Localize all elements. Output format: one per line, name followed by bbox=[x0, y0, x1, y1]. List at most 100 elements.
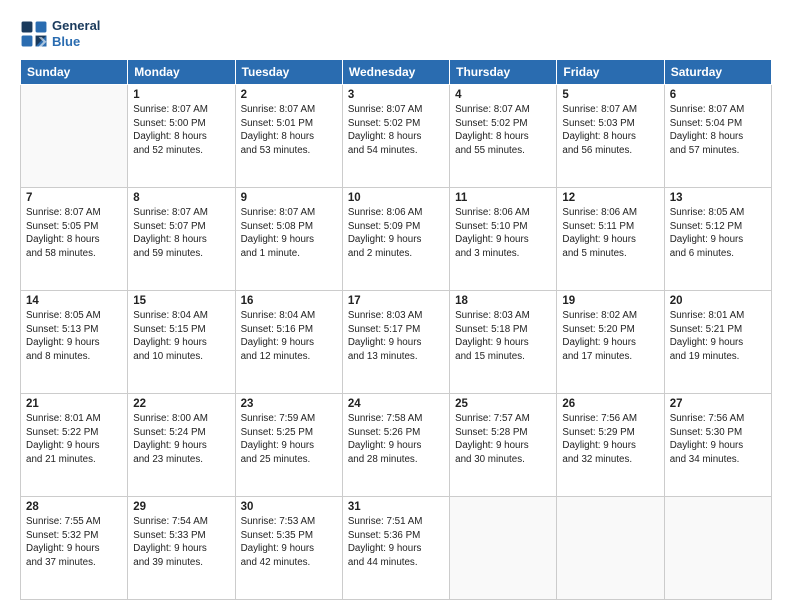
day-header-monday: Monday bbox=[128, 60, 235, 85]
calendar-cell: 21 Sunrise: 8:01 AM Sunset: 5:22 PM Dayli… bbox=[21, 394, 128, 497]
calendar-cell: 11 Sunrise: 8:06 AM Sunset: 5:10 PM Dayli… bbox=[450, 188, 557, 291]
days-header-row: SundayMondayTuesdayWednesdayThursdayFrid… bbox=[21, 60, 772, 85]
day-header-friday: Friday bbox=[557, 60, 664, 85]
calendar-cell: 9 Sunrise: 8:07 AM Sunset: 5:08 PM Daylig… bbox=[235, 188, 342, 291]
calendar-cell: 4Sunrise: 8:07 AM Sunset: 5:02 PM Daylig… bbox=[450, 85, 557, 188]
calendar-cell: 10 Sunrise: 8:06 AM Sunset: 5:09 PM Dayli… bbox=[342, 188, 449, 291]
day-number: 18 bbox=[455, 295, 551, 307]
calendar-cell: 8Sunrise: 8:07 AM Sunset: 5:07 PM Daylig… bbox=[128, 188, 235, 291]
day-number: 12 bbox=[562, 192, 658, 204]
calendar-cell: 25Sunrise: 7:57 AM Sunset: 5:28 PM Dayli… bbox=[450, 394, 557, 497]
calendar-cell: 24 Sunrise: 7:58 AM Sunset: 5:26 PM Dayli… bbox=[342, 394, 449, 497]
calendar-cell: 12 Sunrise: 8:06 AM Sunset: 5:11 PM Dayli… bbox=[557, 188, 664, 291]
calendar-cell: 14 Sunrise: 8:05 AM Sunset: 5:13 PM Dayli… bbox=[21, 291, 128, 394]
day-number: 3 bbox=[348, 89, 444, 101]
calendar-table: SundayMondayTuesdayWednesdayThursdayFrid… bbox=[20, 59, 772, 600]
calendar-cell: 1 Sunrise: 8:07 AM Sunset: 5:00 PM Daylig… bbox=[128, 85, 235, 188]
calendar-cell: 22Sunrise: 8:00 AM Sunset: 5:24 PM Dayli… bbox=[128, 394, 235, 497]
calendar-cell: 2Sunrise: 8:07 AM Sunset: 5:01 PM Daylig… bbox=[235, 85, 342, 188]
week-row-5: 28Sunrise: 7:55 AM Sunset: 5:32 PM Dayli… bbox=[21, 497, 772, 600]
day-info: Sunrise: 7:59 AM Sunset: 5:25 PM Dayligh… bbox=[241, 412, 337, 466]
day-number: 15 bbox=[133, 295, 229, 307]
day-header-wednesday: Wednesday bbox=[342, 60, 449, 85]
day-header-tuesday: Tuesday bbox=[235, 60, 342, 85]
day-info: Sunrise: 8:01 AM Sunset: 5:21 PM Dayligh… bbox=[670, 309, 766, 363]
day-info: Sunrise: 8:05 AM Sunset: 5:13 PM Dayligh… bbox=[26, 309, 122, 363]
day-info: Sunrise: 8:06 AM Sunset: 5:10 PM Dayligh… bbox=[455, 206, 551, 260]
week-row-4: 21 Sunrise: 8:01 AM Sunset: 5:22 PM Dayli… bbox=[21, 394, 772, 497]
day-number: 11 bbox=[455, 192, 551, 204]
day-number: 30 bbox=[241, 501, 337, 513]
day-number: 26 bbox=[562, 398, 658, 410]
day-number: 27 bbox=[670, 398, 766, 410]
day-info: Sunrise: 8:02 AM Sunset: 5:20 PM Dayligh… bbox=[562, 309, 658, 363]
day-number: 21 bbox=[26, 398, 122, 410]
day-info: Sunrise: 8:07 AM Sunset: 5:08 PM Dayligh… bbox=[241, 206, 337, 260]
day-number: 20 bbox=[670, 295, 766, 307]
day-header-sunday: Sunday bbox=[21, 60, 128, 85]
day-number: 17 bbox=[348, 295, 444, 307]
day-number: 19 bbox=[562, 295, 658, 307]
day-info: Sunrise: 8:07 AM Sunset: 5:07 PM Dayligh… bbox=[133, 206, 229, 260]
day-info: Sunrise: 8:06 AM Sunset: 5:09 PM Dayligh… bbox=[348, 206, 444, 260]
day-info: Sunrise: 7:56 AM Sunset: 5:29 PM Dayligh… bbox=[562, 412, 658, 466]
calendar-cell: 3 Sunrise: 8:07 AM Sunset: 5:02 PM Daylig… bbox=[342, 85, 449, 188]
day-info: Sunrise: 8:04 AM Sunset: 5:16 PM Dayligh… bbox=[241, 309, 337, 363]
calendar-cell: 23Sunrise: 7:59 AM Sunset: 5:25 PM Dayli… bbox=[235, 394, 342, 497]
day-number: 24 bbox=[348, 398, 444, 410]
day-info: Sunrise: 8:07 AM Sunset: 5:05 PM Dayligh… bbox=[26, 206, 122, 260]
day-info: Sunrise: 7:51 AM Sunset: 5:36 PM Dayligh… bbox=[348, 515, 444, 569]
calendar-cell: 17 Sunrise: 8:03 AM Sunset: 5:17 PM Dayli… bbox=[342, 291, 449, 394]
day-info: Sunrise: 8:07 AM Sunset: 5:00 PM Dayligh… bbox=[133, 103, 229, 157]
week-row-2: 7 Sunrise: 8:07 AM Sunset: 5:05 PM Daylig… bbox=[21, 188, 772, 291]
calendar-cell: 26 Sunrise: 7:56 AM Sunset: 5:29 PM Dayli… bbox=[557, 394, 664, 497]
day-number: 28 bbox=[26, 501, 122, 513]
logo-general: General bbox=[52, 18, 100, 34]
calendar-cell: 30 Sunrise: 7:53 AM Sunset: 5:35 PM Dayli… bbox=[235, 497, 342, 600]
logo: General Blue bbox=[20, 18, 100, 49]
day-info: Sunrise: 7:53 AM Sunset: 5:35 PM Dayligh… bbox=[241, 515, 337, 569]
day-number: 10 bbox=[348, 192, 444, 204]
day-info: Sunrise: 7:58 AM Sunset: 5:26 PM Dayligh… bbox=[348, 412, 444, 466]
day-info: Sunrise: 8:03 AM Sunset: 5:17 PM Dayligh… bbox=[348, 309, 444, 363]
day-number: 22 bbox=[133, 398, 229, 410]
calendar-cell: 15 Sunrise: 8:04 AM Sunset: 5:15 PM Dayli… bbox=[128, 291, 235, 394]
calendar-cell: 5Sunrise: 8:07 AM Sunset: 5:03 PM Daylig… bbox=[557, 85, 664, 188]
day-info: Sunrise: 7:57 AM Sunset: 5:28 PM Dayligh… bbox=[455, 412, 551, 466]
calendar-cell bbox=[21, 85, 128, 188]
day-number: 16 bbox=[241, 295, 337, 307]
calendar-cell: 18Sunrise: 8:03 AM Sunset: 5:18 PM Dayli… bbox=[450, 291, 557, 394]
day-number: 13 bbox=[670, 192, 766, 204]
calendar-cell: 28Sunrise: 7:55 AM Sunset: 5:32 PM Dayli… bbox=[21, 497, 128, 600]
day-number: 9 bbox=[241, 192, 337, 204]
day-info: Sunrise: 7:54 AM Sunset: 5:33 PM Dayligh… bbox=[133, 515, 229, 569]
day-number: 14 bbox=[26, 295, 122, 307]
calendar-cell: 6Sunrise: 8:07 AM Sunset: 5:04 PM Daylig… bbox=[664, 85, 771, 188]
day-number: 1 bbox=[133, 89, 229, 101]
calendar-cell: 29Sunrise: 7:54 AM Sunset: 5:33 PM Dayli… bbox=[128, 497, 235, 600]
day-info: Sunrise: 8:05 AM Sunset: 5:12 PM Dayligh… bbox=[670, 206, 766, 260]
day-info: Sunrise: 8:07 AM Sunset: 5:03 PM Dayligh… bbox=[562, 103, 658, 157]
day-info: Sunrise: 7:56 AM Sunset: 5:30 PM Dayligh… bbox=[670, 412, 766, 466]
day-number: 31 bbox=[348, 501, 444, 513]
day-number: 7 bbox=[26, 192, 122, 204]
week-row-1: 1 Sunrise: 8:07 AM Sunset: 5:00 PM Daylig… bbox=[21, 85, 772, 188]
calendar-cell: 31 Sunrise: 7:51 AM Sunset: 5:36 PM Dayli… bbox=[342, 497, 449, 600]
logo-blue: Blue bbox=[52, 34, 100, 50]
day-info: Sunrise: 8:01 AM Sunset: 5:22 PM Dayligh… bbox=[26, 412, 122, 466]
day-header-thursday: Thursday bbox=[450, 60, 557, 85]
week-row-3: 14 Sunrise: 8:05 AM Sunset: 5:13 PM Dayli… bbox=[21, 291, 772, 394]
day-info: Sunrise: 8:04 AM Sunset: 5:15 PM Dayligh… bbox=[133, 309, 229, 363]
calendar-cell: 19 Sunrise: 8:02 AM Sunset: 5:20 PM Dayli… bbox=[557, 291, 664, 394]
day-number: 2 bbox=[241, 89, 337, 101]
calendar-cell: 13 Sunrise: 8:05 AM Sunset: 5:12 PM Dayli… bbox=[664, 188, 771, 291]
day-info: Sunrise: 8:06 AM Sunset: 5:11 PM Dayligh… bbox=[562, 206, 658, 260]
calendar-cell bbox=[664, 497, 771, 600]
day-header-saturday: Saturday bbox=[664, 60, 771, 85]
calendar-cell bbox=[557, 497, 664, 600]
day-info: Sunrise: 8:07 AM Sunset: 5:02 PM Dayligh… bbox=[348, 103, 444, 157]
logo-icon bbox=[20, 20, 48, 48]
day-number: 6 bbox=[670, 89, 766, 101]
calendar-cell: 7 Sunrise: 8:07 AM Sunset: 5:05 PM Daylig… bbox=[21, 188, 128, 291]
page: General Blue SundayMondayTuesdayWednesda… bbox=[0, 0, 792, 612]
